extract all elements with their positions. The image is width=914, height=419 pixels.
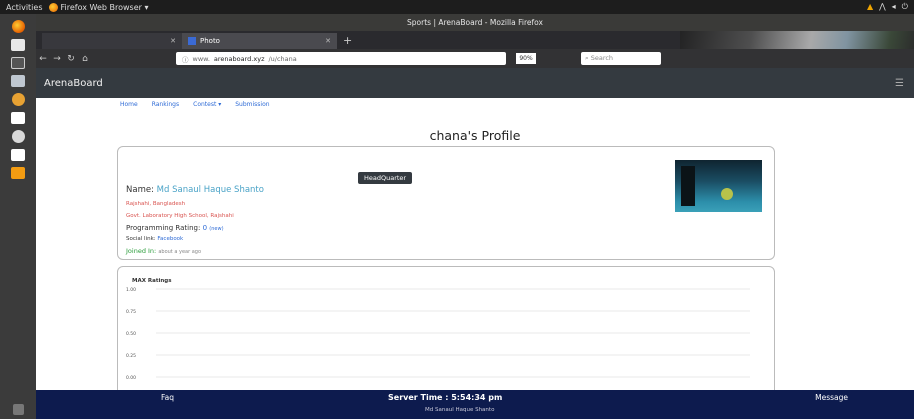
social-label: Social link:: [126, 236, 156, 242]
app-menu-label: Firefox Web Browser ▾: [60, 2, 149, 12]
search-input[interactable]: ⌕ Search: [581, 52, 661, 65]
photo-figure: [681, 166, 695, 206]
top-panel: Activities Firefox Web Browser ▾ ▲ ⋀ ◂ ⏻: [0, 0, 914, 14]
close-tab-icon[interactable]: ✕: [170, 37, 176, 45]
system-tray[interactable]: ▲ ⋀ ◂ ⏻: [867, 2, 908, 12]
joined-value: about a year ago: [158, 249, 202, 255]
photo-ball: [721, 188, 733, 200]
browser-tab[interactable]: ✕: [42, 33, 182, 49]
favicon-icon: [188, 37, 196, 45]
search-placeholder: Search: [590, 54, 614, 62]
rating-label: Programming Rating:: [126, 224, 201, 232]
faq-link[interactable]: Faq: [161, 393, 174, 402]
social-line: Social link: Facebook: [126, 236, 183, 242]
url-path: /u/chana: [268, 54, 297, 63]
disk-dock-icon[interactable]: [11, 130, 25, 143]
url-prefix: www.: [192, 54, 210, 63]
name-label: Name:: [126, 185, 154, 195]
profile-card: HeadQuarter Name: Md Sanaul Haque Shanto…: [117, 146, 775, 260]
nav-link-rankings[interactable]: Rankings: [152, 101, 179, 108]
amazon-dock-icon[interactable]: [11, 167, 25, 179]
activities-button[interactable]: Activities: [0, 3, 49, 12]
url-domain: arenaboard.xyz: [213, 54, 265, 63]
home-icon[interactable]: ⌂: [78, 54, 92, 64]
software-dock-icon[interactable]: [11, 149, 25, 161]
message-link[interactable]: Message: [815, 393, 848, 402]
hamburger-menu-icon[interactable]: ☰: [895, 78, 904, 89]
info-icon[interactable]: ⓘ: [182, 54, 189, 64]
joined-label: Joined In:: [126, 247, 157, 255]
rating-value: 0: [202, 224, 208, 232]
new-tab-icon[interactable]: +: [343, 34, 352, 47]
site-subnav: Home Rankings Contest ▾ Submission: [36, 98, 914, 110]
tab-label: Photo: [200, 37, 220, 45]
footer-author: Md Sanaul Haque Shanto: [425, 407, 495, 413]
web-page: ArenaBoard ☰ Home Rankings Contest ▾ Sub…: [36, 68, 914, 419]
nav-link-submission[interactable]: Submission: [235, 101, 269, 108]
nav-link-home[interactable]: Home: [120, 101, 138, 108]
music-dock-icon[interactable]: [11, 93, 25, 106]
power-icon[interactable]: ⏻: [902, 2, 908, 12]
joined-line: Joined In: about a year ago: [126, 247, 201, 255]
terminal-dock-icon[interactable]: [11, 57, 25, 69]
nav-link-contest[interactable]: Contest ▾: [193, 101, 221, 108]
chart-ytick-label: 0.00: [126, 375, 136, 381]
site-footer: Faq Server Time : 5:54:34 pm Message Md …: [36, 390, 914, 419]
app-menu[interactable]: Firefox Web Browser ▾: [48, 2, 149, 12]
url-bar[interactable]: ⓘ www. arenaboard.xyz/u/chana: [176, 52, 506, 65]
desktop-screen: Activities Firefox Web Browser ▾ ▲ ⋀ ◂ ⏻…: [0, 0, 914, 419]
school-text: Govt. Laboratory High School, Rajshahi: [126, 213, 234, 219]
location-text: Rajshahi, Bangladesh: [126, 201, 186, 207]
files-dock-icon[interactable]: [11, 39, 25, 51]
network-icon[interactable]: ⋀: [879, 2, 886, 12]
headquarter-badge[interactable]: HeadQuarter: [358, 172, 413, 184]
firefox-dock-icon[interactable]: [11, 20, 25, 33]
navigation-toolbar: ← → ↻ ⌂ ⓘ www. arenaboard.xyz/u/chana 90%…: [36, 49, 914, 68]
name-line: Name: Md Sanaul Haque Shanto: [126, 185, 264, 195]
chart-ytick-label: 0.50: [126, 331, 136, 337]
window-title: Sports | ArenaBoard - Mozilla Firefox: [36, 14, 914, 31]
back-icon[interactable]: ←: [36, 54, 50, 64]
mail-dock-icon[interactable]: [11, 75, 25, 87]
forward-icon[interactable]: →: [50, 54, 64, 64]
show-apps-icon[interactable]: [12, 404, 24, 415]
server-time: Server Time : 5:54:34 pm: [388, 393, 503, 402]
site-brand[interactable]: ArenaBoard: [44, 78, 103, 89]
profile-photo: [675, 160, 762, 212]
page-title: chana's Profile: [429, 128, 521, 143]
browser-tab-active[interactable]: Photo ✕: [182, 33, 337, 49]
chart-ytick-label: 0.75: [126, 309, 136, 315]
name-value: Md Sanaul Haque Shanto: [156, 185, 264, 195]
rating-note: (new): [209, 226, 224, 232]
volume-icon[interactable]: ◂: [892, 2, 896, 12]
facebook-link[interactable]: Facebook: [157, 236, 183, 242]
rating-line: Programming Rating: 0 (new): [126, 224, 224, 232]
dock: [0, 14, 36, 419]
zoom-level[interactable]: 90%: [516, 53, 536, 64]
firefox-icon: [48, 2, 58, 12]
chart-title: MAX Ratings: [132, 278, 172, 284]
reload-icon[interactable]: ↻: [64, 54, 78, 64]
site-navbar: ArenaBoard ☰: [36, 68, 914, 98]
chart-ytick-label: 1.00: [126, 287, 136, 293]
document-dock-icon[interactable]: [11, 112, 25, 124]
chart-ytick-label: 0.25: [126, 353, 136, 359]
warning-icon[interactable]: ▲: [867, 2, 873, 12]
close-tab-icon[interactable]: ✕: [325, 37, 331, 45]
